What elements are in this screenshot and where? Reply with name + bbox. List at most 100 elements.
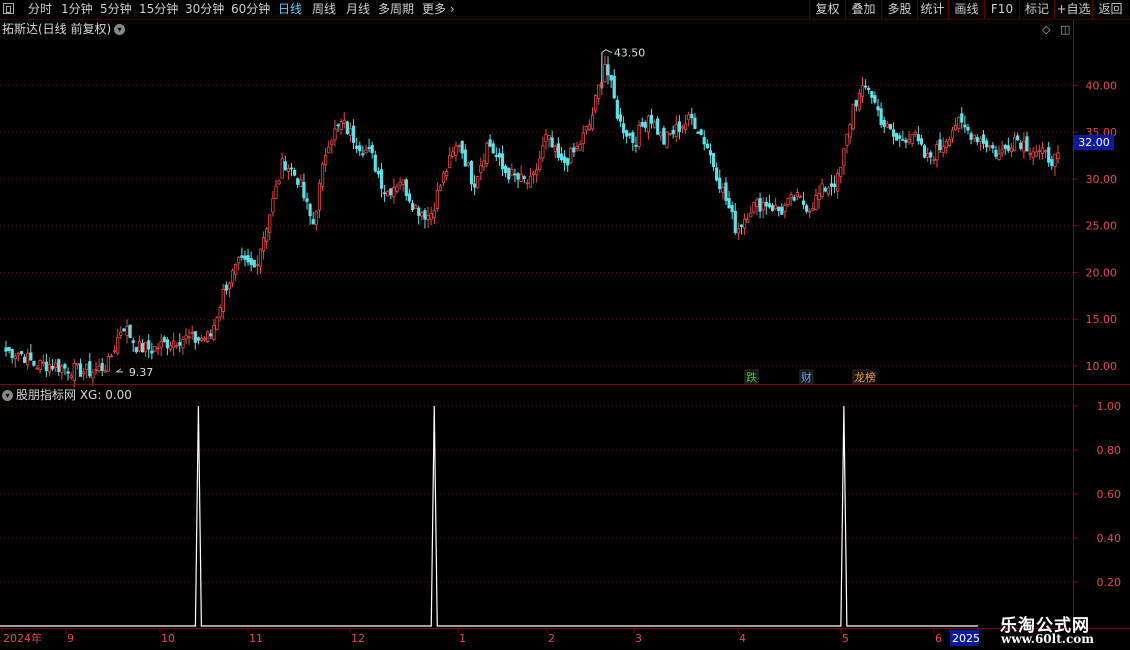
- time-axis-label: 9: [67, 632, 74, 645]
- candle-body: [587, 124, 592, 131]
- candle-body: [798, 196, 803, 198]
- chevron-down-icon[interactable]: ▾: [2, 390, 13, 401]
- candle-body: [144, 342, 148, 353]
- candle-body: [966, 126, 970, 131]
- candle-body: [494, 154, 498, 157]
- candle-body: [296, 178, 300, 185]
- candle-body: [162, 337, 166, 342]
- time-axis-label: 3: [635, 632, 642, 645]
- candle-body: [140, 343, 145, 353]
- candle-body: [1025, 136, 1029, 152]
- candle-body: [690, 113, 694, 119]
- candle-body: [159, 340, 163, 348]
- candle-body: [1003, 144, 1007, 149]
- candle-body: [156, 347, 160, 350]
- candle-body: [926, 153, 930, 158]
- candle-body: [575, 145, 579, 149]
- candle-body: [525, 182, 529, 185]
- candle-body: [438, 185, 443, 191]
- candle-body: [429, 213, 433, 220]
- price-axis-ticks: 10.0015.0020.0025.0030.0035.0040.00: [1073, 79, 1117, 373]
- candle-body: [78, 363, 83, 377]
- event-markers: 跌 财 龙榜: [744, 369, 876, 384]
- candle-body: [625, 130, 629, 137]
- candle-body: [500, 153, 505, 170]
- candle-body: [203, 338, 207, 341]
- candle-body: [504, 165, 508, 173]
- candle-body: [299, 179, 303, 187]
- candle-body: [184, 335, 188, 340]
- candle-body: [950, 129, 955, 139]
- price-axis-line: [1073, 20, 1074, 630]
- candle-body: [423, 210, 427, 220]
- high-pointer: [601, 49, 613, 54]
- candle-body: [88, 361, 92, 377]
- candle-body: [66, 371, 70, 374]
- candle-body: [777, 206, 781, 212]
- price-annotations: 43.50 9.37: [115, 47, 645, 379]
- candle-body: [941, 146, 945, 154]
- candle-body: [85, 363, 89, 370]
- candle-body: [730, 205, 734, 213]
- candle-body: [488, 139, 492, 147]
- candle-body: [10, 349, 14, 358]
- candle-body: [7, 346, 11, 351]
- candle-body: [330, 140, 334, 146]
- indicator-tick-label: 0.40: [1097, 532, 1122, 545]
- candle-body: [1019, 142, 1023, 149]
- candle-body: [4, 347, 8, 352]
- candle-body: [181, 339, 185, 349]
- candle-body: [907, 138, 911, 143]
- candle-body: [919, 138, 924, 145]
- candle-body: [137, 340, 142, 352]
- indicator-title-bar: ▾ 股朋指标网 XG: 0.00: [2, 388, 132, 403]
- low-pointer: [115, 368, 123, 373]
- candle-body: [1034, 151, 1038, 157]
- candle-body: [770, 205, 775, 212]
- candle-body: [972, 134, 976, 140]
- low-price-label: 9.37: [129, 366, 154, 379]
- candle-body: [35, 367, 39, 370]
- price-tick-label: 30.00: [1086, 173, 1118, 186]
- candle-body: [842, 148, 846, 167]
- candle-body: [978, 138, 983, 142]
- time-axis: 2024年 9 10 11 12 1 2 3 4 5 6 2025: [1, 629, 980, 646]
- candle-body: [826, 187, 830, 195]
- candle-body: [234, 263, 238, 276]
- candle-body: [1016, 135, 1020, 141]
- candle-body: [317, 182, 322, 211]
- candle-body: [435, 190, 439, 209]
- candle-body: [988, 145, 992, 148]
- indicator-tick-label: 0.20: [1097, 576, 1122, 589]
- candle-body: [134, 346, 138, 353]
- candle-body: [324, 155, 328, 166]
- candle-body: [348, 128, 353, 136]
- candle-body: [854, 99, 858, 107]
- candle-body: [708, 150, 713, 156]
- candle-body: [758, 198, 762, 212]
- candle-body: [218, 307, 222, 318]
- time-axis-label: 10: [161, 632, 175, 645]
- candle-body: [1012, 136, 1017, 152]
- candle-body: [178, 342, 182, 346]
- candle-body: [314, 210, 318, 226]
- candle-body: [711, 153, 716, 168]
- candle-body: [963, 124, 967, 128]
- xg-signal-line: [0, 405, 978, 627]
- candle-body: [333, 128, 337, 141]
- candle-body: [1056, 152, 1060, 159]
- candle-body: [364, 149, 368, 154]
- candle-body: [991, 145, 995, 149]
- candle-body: [944, 141, 948, 149]
- candle-body: [829, 183, 834, 187]
- candle-body: [1043, 150, 1048, 153]
- candle-body: [553, 145, 557, 152]
- candle-body: [867, 88, 871, 90]
- candle-body: [805, 205, 809, 212]
- candle-body: [873, 95, 877, 103]
- candle-body: [981, 134, 986, 144]
- candle-body: [814, 195, 818, 211]
- candle-body: [320, 163, 325, 187]
- candle-body: [997, 153, 1001, 161]
- candle-body: [612, 75, 616, 99]
